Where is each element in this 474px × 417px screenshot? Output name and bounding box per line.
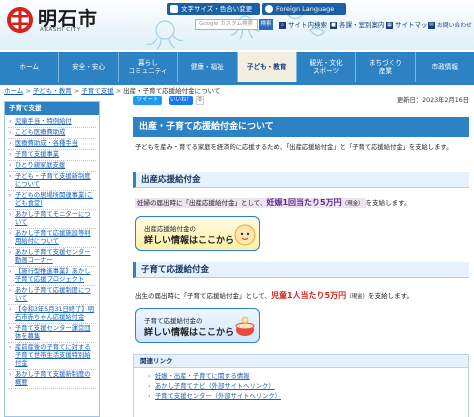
breadcrumb-childcare-support[interactable]: 子育て支援 — [81, 87, 114, 95]
sidebar-item[interactable]: あかし子育て支援センター動画コーナー — [8, 248, 96, 267]
sidebar-item[interactable]: 【施行型推進事業】あかし子育て応援プロジェクト — [8, 267, 96, 286]
section-heading-childcare-support: 子育て応援給付金 — [133, 262, 469, 278]
fontsize-color-button[interactable]: 文字サイズ・色合い変更 — [167, 3, 260, 15]
sidebar-item[interactable]: あかし子育てモニターについて — [8, 210, 96, 229]
birth-support-details-button[interactable]: 出産応援給付金の 詳しい情報はここから — [135, 216, 260, 251]
nav-item-living[interactable]: 暮らし コミュニティ — [119, 52, 179, 82]
sidebar-heading: 子育て支援 — [5, 102, 99, 115]
sidebar-item[interactable]: 児童手当・特例給付 — [8, 117, 96, 128]
nav-item-tourism[interactable]: 観光・文化 スポーツ — [297, 52, 357, 82]
childcare-support-amount: 児童1人当たり5万円 — [270, 291, 347, 300]
sidebar-item[interactable]: ひとり親家庭支援 — [8, 161, 96, 172]
tweet-button[interactable]: ツイート — [133, 96, 162, 105]
site-search-link[interactable]: ⌕ サイト内検索 — [279, 20, 327, 30]
contact-link[interactable]: ✉ お問い合わせ — [428, 20, 472, 30]
breadcrumb-children-education[interactable]: 子ども・教育 — [33, 87, 72, 95]
birth-support-amount: 妊娠1回当たり5万円 — [266, 198, 342, 207]
sidebar-item[interactable]: 医療費助成・各種手当 — [8, 139, 96, 150]
cash-note: （現金） — [341, 201, 364, 207]
site-header: 明石市 AKASHI CITY 文字サイズ・色合い変更 Foreign Lang… — [0, 0, 474, 50]
related-link[interactable]: 子育て支援センター（外部サイトへリンク） — [148, 392, 468, 402]
related-link[interactable]: 妊娠・出産・子育てに関する情報 — [148, 372, 468, 382]
breadcrumb-current: 出産・子育て応援給付金について — [123, 87, 221, 95]
sidebar-item[interactable]: あかし子育て応援制度について — [8, 286, 96, 305]
site-logo-subtitle: AKASHI CITY — [40, 27, 81, 33]
department-guide-label: 各課・室別案内 — [339, 21, 385, 29]
sidebar-item[interactable]: 子育て支援事業 — [8, 150, 96, 161]
facebook-like-button[interactable]: いいね！ — [169, 96, 193, 105]
search-button[interactable]: 検索 — [259, 19, 273, 30]
summary-text-end: を支給します。 — [368, 292, 413, 300]
sidebar-item[interactable]: あかし子育て支援新制度の概要 — [8, 370, 96, 389]
nav-item-living-label: 暮らし コミュニティ — [128, 58, 168, 75]
sidebar-item[interactable]: 子どもの居場所関連事業(こども食堂) — [8, 191, 96, 210]
contact-label: お問い合わせ — [437, 23, 472, 29]
baby-bowl-illustration-icon — [235, 316, 255, 336]
summary-text: 妊婦の届出時に「出産応援給付金」として、 — [137, 199, 267, 207]
cash-note: （現金） — [346, 294, 369, 300]
site-search-label: サイト内検索 — [288, 21, 327, 29]
summary-text-end: を支給します。 — [365, 199, 411, 207]
childcare-support-summary: 出生の届出時に「子育て応援給付金」として、児童1人当たり5万円（現金）を支給しま… — [135, 290, 469, 303]
sidebar: 子育て支援 児童手当・特例給付 こども医療費助成 医療費助成・各種手当 子育て支… — [4, 101, 100, 417]
sidebar-item[interactable]: こども医療費助成 — [8, 128, 96, 139]
breadcrumb-separator: > — [115, 87, 122, 95]
nav-item-health[interactable]: 健康・福祉 — [178, 52, 238, 82]
page-title: 出産・子育て応援給付金について — [133, 117, 469, 137]
sidebar-item[interactable]: あかし子育て応援施設等利用給付について — [8, 229, 96, 248]
nav-item-town-planning-label: まちづくり 産業 — [368, 58, 402, 75]
globe-icon — [265, 5, 273, 13]
baby-illustration-icon — [234, 224, 256, 246]
breadcrumb: ホーム > 子ども・教育 > 子育て支援 > 出産・子育て応援給付金について — [4, 86, 220, 96]
foreign-language-label: Foreign Language — [276, 5, 335, 13]
fontsize-color-label: 文字サイズ・色合い変更 — [181, 5, 253, 13]
nav-item-city-info[interactable]: 市政情報 — [416, 52, 474, 82]
related-links-list: 妊娠・出産・子育てに関する情報 あかし子育てナビ（外部サイトへリンク） 子育て支… — [134, 368, 468, 402]
childcare-support-details-button[interactable]: 子育て応援給付金の 詳しい情報はここから — [135, 308, 260, 343]
nav-underline — [0, 82, 474, 85]
section-heading-birth-support: 出産応援給付金 — [133, 172, 469, 188]
button-line1: 出産応援給付金の — [144, 225, 196, 233]
foreign-language-button[interactable]: Foreign Language — [262, 3, 346, 15]
sidebar-item[interactable]: 【令和3年5月31日終了】明石市赤ちゃん応援給付金 — [8, 305, 96, 324]
text-size-icon — [170, 5, 178, 13]
nav-item-tourism-label: 観光・文化 スポーツ — [309, 58, 343, 75]
sidebar-item[interactable]: 子ども・子育て支援新制度について — [8, 172, 96, 191]
sidebar-list: 児童手当・特例給付 こども医療費助成 医療費助成・各種手当 子育て支援事業 ひと… — [5, 115, 99, 389]
nav-item-safety[interactable]: 安全・安心 — [59, 52, 119, 82]
related-links-box: 関連リンク 妊娠・出産・子育てに関する情報 あかし子育てナビ（外部サイトへリンク… — [133, 354, 469, 417]
search-input[interactable]: Google カスタム検索 — [195, 19, 258, 30]
global-navigation: ホーム 安全・安心 暮らし コミュニティ 健康・福祉 子ども・教育 観光・文化 … — [0, 52, 474, 82]
sidebar-item[interactable]: 子育て支援センター運営団体を募集 — [8, 324, 96, 343]
like-count: 0 — [196, 96, 204, 105]
intro-text: 子どもを産み・育てる家庭を経済的に応援するため、「出産応援給付金」と「子育て応援… — [135, 144, 453, 151]
sitemap-link[interactable]: ▦ サイトマップ — [386, 20, 434, 30]
nav-item-children-education[interactable]: 子ども・教育 — [237, 52, 297, 82]
birth-support-summary: 妊婦の届出時に「出産応援給付金」として、妊娠1回当たり5万円（現金） を支給します… — [135, 197, 469, 210]
breadcrumb-separator: > — [25, 87, 31, 95]
related-links-heading: 関連リンク — [134, 355, 468, 368]
birth-support-band: 妊婦の届出時に「出産応援給付金」として、妊娠1回当たり5万円（現金） — [135, 198, 366, 208]
breadcrumb-home[interactable]: ホーム — [4, 87, 23, 95]
updated-date: 更新日：2023年2月16日 — [396, 97, 469, 104]
button-line2: 詳しい情報はここから — [144, 236, 235, 246]
breadcrumb-separator: > — [73, 87, 80, 95]
mail-icon: ✉ — [428, 22, 435, 29]
department-guide-link[interactable]: ■ 各課・室別案内 — [330, 20, 385, 30]
button-line2: 詳しい情報はここから — [144, 328, 235, 338]
summary-text: 出生の届出時に「子育て応援給付金」として、 — [135, 292, 271, 300]
search-icon: ⌕ — [279, 22, 286, 29]
sitemap-icon: ▦ — [386, 22, 393, 29]
nav-item-home[interactable]: ホーム — [0, 52, 60, 82]
akashi-city-emblem-icon — [7, 7, 33, 33]
sidebar-item[interactable]: 産前産後の子育てに対する子育て世帯生活支援特別給付金 — [8, 343, 96, 370]
related-link[interactable]: あかし子育てナビ（外部サイトへリンク） — [148, 382, 468, 392]
button-line1: 子育て応援給付金の — [144, 317, 203, 325]
building-icon: ■ — [330, 22, 337, 29]
nav-item-town-planning[interactable]: まちづくり 産業 — [356, 52, 416, 82]
